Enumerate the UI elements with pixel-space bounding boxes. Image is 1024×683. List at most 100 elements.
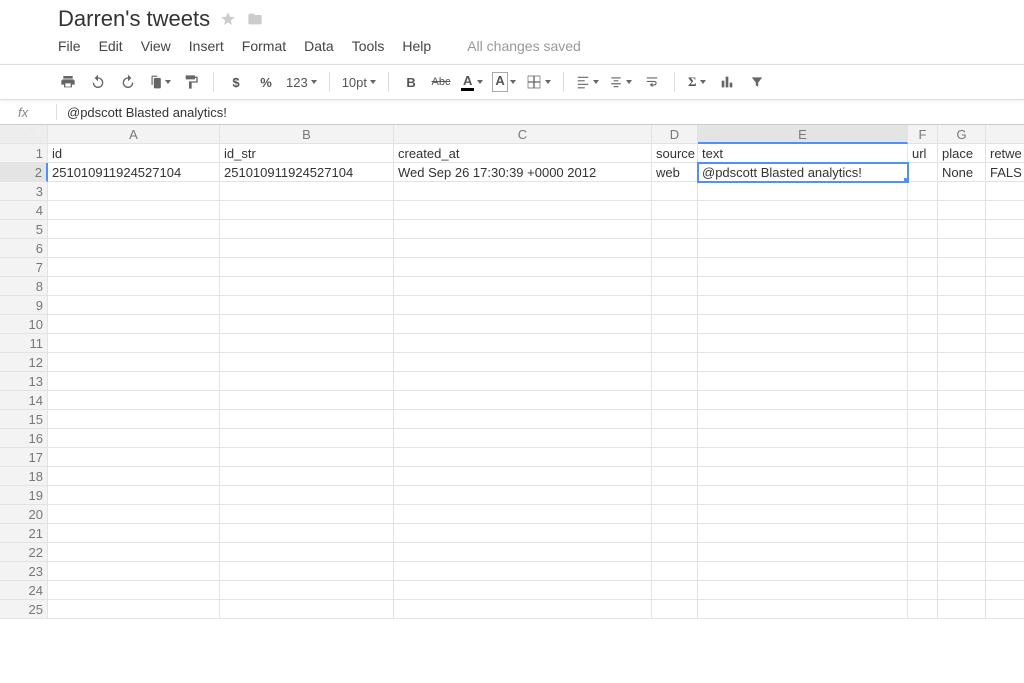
row-header-18[interactable]: 18 [0, 467, 48, 486]
cell-F12[interactable] [908, 353, 938, 372]
row-header-4[interactable]: 4 [0, 201, 48, 220]
menu-format[interactable]: Format [242, 38, 286, 54]
cell-H12[interactable] [986, 353, 1024, 372]
cell-B7[interactable] [220, 258, 394, 277]
cell-H24[interactable] [986, 581, 1024, 600]
row-header-5[interactable]: 5 [0, 220, 48, 239]
cell-A8[interactable] [48, 277, 220, 296]
cell-C23[interactable] [394, 562, 652, 581]
cell-E25[interactable] [698, 600, 908, 619]
cell-H9[interactable] [986, 296, 1024, 315]
cell-G11[interactable] [938, 334, 986, 353]
cell-A23[interactable] [48, 562, 220, 581]
cell-H8[interactable] [986, 277, 1024, 296]
cell-E9[interactable] [698, 296, 908, 315]
cell-E24[interactable] [698, 581, 908, 600]
bold-button[interactable]: B [401, 71, 421, 93]
cell-C17[interactable] [394, 448, 652, 467]
cell-B3[interactable] [220, 182, 394, 201]
cell-D5[interactable] [652, 220, 698, 239]
cell-A15[interactable] [48, 410, 220, 429]
cell-A1[interactable]: id [48, 144, 220, 163]
cell-C15[interactable] [394, 410, 652, 429]
row-header-13[interactable]: 13 [0, 372, 48, 391]
col-header-C[interactable]: C [394, 125, 652, 144]
folder-icon[interactable] [246, 11, 264, 27]
cell-A10[interactable] [48, 315, 220, 334]
cell-G5[interactable] [938, 220, 986, 239]
row-header-7[interactable]: 7 [0, 258, 48, 277]
cell-E17[interactable] [698, 448, 908, 467]
cell-E12[interactable] [698, 353, 908, 372]
menu-edit[interactable]: Edit [99, 38, 123, 54]
wrap-button[interactable] [642, 71, 662, 93]
cell-G12[interactable] [938, 353, 986, 372]
cell-H17[interactable] [986, 448, 1024, 467]
cell-A13[interactable] [48, 372, 220, 391]
col-header-E[interactable]: E [698, 125, 908, 144]
cell-B23[interactable] [220, 562, 394, 581]
cell-F1[interactable]: url [908, 144, 938, 163]
cell-A18[interactable] [48, 467, 220, 486]
row-header-16[interactable]: 16 [0, 429, 48, 448]
cell-D16[interactable] [652, 429, 698, 448]
cell-A5[interactable] [48, 220, 220, 239]
cell-C2[interactable]: Wed Sep 26 17:30:39 +0000 2012 [394, 163, 652, 182]
cell-E2[interactable]: @pdscott Blasted analytics! [698, 163, 908, 182]
cell-B25[interactable] [220, 600, 394, 619]
cell-H3[interactable] [986, 182, 1024, 201]
cell-E19[interactable] [698, 486, 908, 505]
cell-E13[interactable] [698, 372, 908, 391]
cell-E15[interactable] [698, 410, 908, 429]
cell-H21[interactable] [986, 524, 1024, 543]
cell-H15[interactable] [986, 410, 1024, 429]
cell-F17[interactable] [908, 448, 938, 467]
cell-G13[interactable] [938, 372, 986, 391]
cell-B21[interactable] [220, 524, 394, 543]
row-header-19[interactable]: 19 [0, 486, 48, 505]
currency-button[interactable]: $ [226, 71, 246, 93]
cell-G10[interactable] [938, 315, 986, 334]
cell-G1[interactable]: place [938, 144, 986, 163]
cell-H7[interactable] [986, 258, 1024, 277]
cell-E5[interactable] [698, 220, 908, 239]
menu-help[interactable]: Help [402, 38, 431, 54]
row-header-9[interactable]: 9 [0, 296, 48, 315]
cell-E8[interactable] [698, 277, 908, 296]
cell-F21[interactable] [908, 524, 938, 543]
menu-data[interactable]: Data [304, 38, 334, 54]
cell-B4[interactable] [220, 201, 394, 220]
cell-H23[interactable] [986, 562, 1024, 581]
cell-C3[interactable] [394, 182, 652, 201]
cell-F19[interactable] [908, 486, 938, 505]
cell-F10[interactable] [908, 315, 938, 334]
undo-icon[interactable] [88, 71, 108, 93]
row-header-17[interactable]: 17 [0, 448, 48, 467]
cell-E23[interactable] [698, 562, 908, 581]
menu-insert[interactable]: Insert [189, 38, 224, 54]
cell-G22[interactable] [938, 543, 986, 562]
cell-C25[interactable] [394, 600, 652, 619]
cell-G25[interactable] [938, 600, 986, 619]
row-header-1[interactable]: 1 [0, 144, 48, 163]
cell-F7[interactable] [908, 258, 938, 277]
cell-D11[interactable] [652, 334, 698, 353]
cell-C16[interactable] [394, 429, 652, 448]
cell-A25[interactable] [48, 600, 220, 619]
cell-F25[interactable] [908, 600, 938, 619]
cell-B22[interactable] [220, 543, 394, 562]
cell-D20[interactable] [652, 505, 698, 524]
cell-H1[interactable]: retwe [986, 144, 1024, 163]
cell-D21[interactable] [652, 524, 698, 543]
cell-C10[interactable] [394, 315, 652, 334]
cell-A3[interactable] [48, 182, 220, 201]
cell-D12[interactable] [652, 353, 698, 372]
cell-G15[interactable] [938, 410, 986, 429]
cell-A9[interactable] [48, 296, 220, 315]
cell-C4[interactable] [394, 201, 652, 220]
print-icon[interactable] [58, 71, 78, 93]
cell-E14[interactable] [698, 391, 908, 410]
cell-E7[interactable] [698, 258, 908, 277]
cell-C9[interactable] [394, 296, 652, 315]
row-header-22[interactable]: 22 [0, 543, 48, 562]
